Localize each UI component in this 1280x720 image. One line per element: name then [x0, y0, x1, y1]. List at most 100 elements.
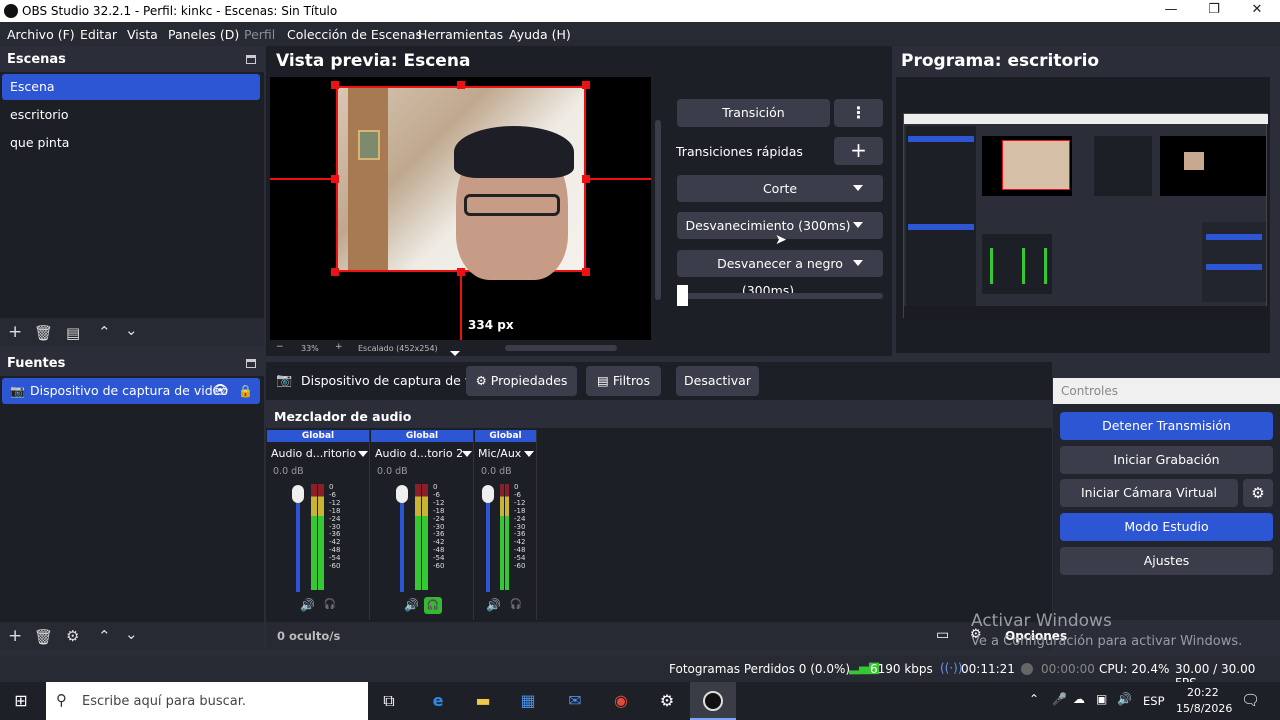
virtual-camera-gear-icon[interactable]: ⚙: [1243, 479, 1273, 507]
menu-tools[interactable]: Herramientas: [418, 27, 503, 42]
move-down-icon[interactable]: ⌄: [125, 625, 138, 643]
close-button[interactable]: ✕: [1242, 2, 1272, 17]
notification-icon[interactable]: 🗨: [1241, 691, 1260, 709]
store-icon[interactable]: ▦: [517, 691, 539, 711]
menu-view[interactable]: Vista: [127, 27, 158, 42]
camera-source-frame[interactable]: [336, 86, 586, 280]
remove-scene-icon[interactable]: 🗑: [34, 324, 53, 342]
zoom-out-button[interactable]: −: [276, 342, 284, 352]
menu-edit[interactable]: Editar: [80, 27, 117, 42]
channel-name[interactable]: Audio d...ritorio: [271, 447, 356, 460]
t-bar-handle[interactable]: [677, 285, 688, 306]
transition-menu-kebab-icon[interactable]: ⋮: [834, 99, 883, 127]
microphone-icon[interactable]: 🎤: [1052, 692, 1067, 706]
chevron-down-icon[interactable]: [462, 451, 472, 457]
windows-start-icon[interactable]: ⊞: [10, 691, 32, 711]
remove-source-icon[interactable]: 🗑: [34, 628, 53, 646]
resize-handle[interactable]: [582, 268, 590, 276]
studio-mode-button[interactable]: Modo Estudio: [1060, 513, 1273, 541]
transition-button[interactable]: Transición: [677, 99, 830, 127]
chevron-down-icon[interactable]: [358, 451, 368, 457]
minimize-button[interactable]: —: [1156, 2, 1186, 17]
speaker-icon[interactable]: 🔊: [300, 598, 315, 612]
volume-slider-track[interactable]: [400, 492, 404, 592]
scene-item-escritorio[interactable]: escritorio: [2, 102, 260, 128]
start-virtual-camera-button[interactable]: Iniciar Cámara Virtual: [1060, 479, 1238, 507]
scene-filters-icon[interactable]: ▤: [66, 324, 80, 342]
menu-file[interactable]: Archivo (F): [7, 27, 75, 42]
resize-handle[interactable]: [331, 81, 339, 89]
source-properties-gear-icon[interactable]: ⚙: [66, 627, 79, 645]
scene-item-que-pinta[interactable]: que pinta: [2, 130, 260, 156]
resize-handle[interactable]: [331, 268, 339, 276]
headphones-icon[interactable]: 🎧: [509, 599, 523, 613]
scale-dropdown-icon[interactable]: [450, 345, 460, 359]
float-dock-icon[interactable]: [246, 55, 256, 64]
t-bar-track[interactable]: [677, 293, 883, 299]
chevron-up-icon[interactable]: ⌃: [1029, 692, 1039, 706]
mail-icon[interactable]: ✉: [564, 691, 586, 711]
chrome-icon[interactable]: ◉: [610, 691, 632, 711]
headphones-icon[interactable]: 🎧: [323, 599, 337, 613]
move-up-icon[interactable]: ⌃: [98, 323, 111, 341]
resize-handle[interactable]: [457, 81, 465, 89]
menu-docks[interactable]: Paneles (D): [168, 27, 239, 42]
preview-scrollbar-horizontal[interactable]: [505, 345, 617, 351]
input-language[interactable]: ESP: [1143, 694, 1165, 708]
source-item-video-capture[interactable]: 📷 Dispositivo de captura de video 👁 🔒: [2, 378, 260, 404]
add-source-icon[interactable]: +: [8, 626, 22, 646]
properties-button[interactable]: ⚙ Propiedades: [466, 366, 577, 396]
resize-handle[interactable]: [582, 175, 590, 183]
chevron-down-icon[interactable]: [524, 451, 534, 457]
task-view-icon[interactable]: ⧉: [378, 691, 400, 711]
volume-icon[interactable]: 🔊: [1117, 692, 1132, 706]
settings-button[interactable]: Ajustes: [1060, 547, 1273, 575]
resize-handle[interactable]: [331, 175, 339, 183]
channel-name[interactable]: Mic/Aux: [478, 447, 521, 460]
add-scene-icon[interactable]: +: [8, 322, 22, 342]
clock-date[interactable]: 15/8/2026: [1176, 702, 1232, 715]
menu-scene-collection[interactable]: Colección de Escenas: [287, 27, 422, 42]
speaker-icon[interactable]: 🔊: [404, 598, 419, 612]
file-explorer-icon[interactable]: ▬: [472, 691, 494, 711]
edge-icon[interactable]: e: [427, 691, 449, 711]
resize-handle[interactable]: [457, 268, 465, 276]
clock-time[interactable]: 20:22: [1187, 686, 1219, 699]
cloud-icon[interactable]: ☁: [1073, 692, 1085, 706]
program-canvas[interactable]: [903, 113, 1268, 318]
menu-help[interactable]: Ayuda (H): [509, 27, 571, 42]
network-icon[interactable]: ▣: [1096, 692, 1107, 706]
filters-icon: ▤: [597, 373, 609, 388]
stop-streaming-button[interactable]: Detener Transmisión: [1060, 412, 1273, 440]
menu-profile[interactable]: Perfil: [244, 27, 275, 42]
obs-taskbar-button[interactable]: [690, 682, 736, 720]
settings-gear-icon[interactable]: ⚙: [656, 691, 678, 711]
quick-transition-fade-black[interactable]: Desvanecer a negro (300ms): [677, 250, 883, 298]
taskbar-search-box[interactable]: ⚲ Escribe aquí para buscar.: [46, 682, 368, 720]
scene-item-escena[interactable]: Escena: [2, 74, 260, 100]
eye-icon[interactable]: 👁: [212, 378, 229, 404]
filters-button[interactable]: ▤ Filtros: [586, 366, 661, 396]
channel-name[interactable]: Audio d...torio 2: [375, 447, 463, 460]
deactivate-button[interactable]: Desactivar: [676, 366, 759, 396]
layout-icon[interactable]: ▭: [936, 627, 949, 643]
resize-handle[interactable]: [582, 81, 590, 89]
lock-icon[interactable]: 🔒: [238, 378, 253, 404]
preview-scrollbar-vertical[interactable]: [655, 120, 661, 300]
move-up-icon[interactable]: ⌃: [98, 627, 111, 645]
quick-transition-cut[interactable]: Corte: [677, 175, 883, 202]
float-dock-icon[interactable]: [246, 359, 256, 368]
restore-button[interactable]: ❐: [1199, 2, 1229, 17]
move-down-icon[interactable]: ⌄: [125, 321, 138, 339]
zoom-in-button[interactable]: +: [335, 342, 343, 352]
volume-slider-handle[interactable]: [396, 485, 408, 503]
headphones-icon[interactable]: 🎧: [424, 597, 442, 614]
speaker-icon[interactable]: 🔊: [486, 598, 501, 612]
volume-slider-handle[interactable]: [292, 485, 304, 503]
volume-slider-track[interactable]: [296, 492, 300, 592]
volume-slider-track[interactable]: [486, 492, 490, 592]
zoom-level: 33%: [301, 344, 319, 353]
start-recording-button[interactable]: Iniciar Grabación: [1060, 446, 1273, 474]
volume-slider-handle[interactable]: [482, 485, 494, 503]
add-quick-transition-icon[interactable]: +: [834, 137, 883, 165]
